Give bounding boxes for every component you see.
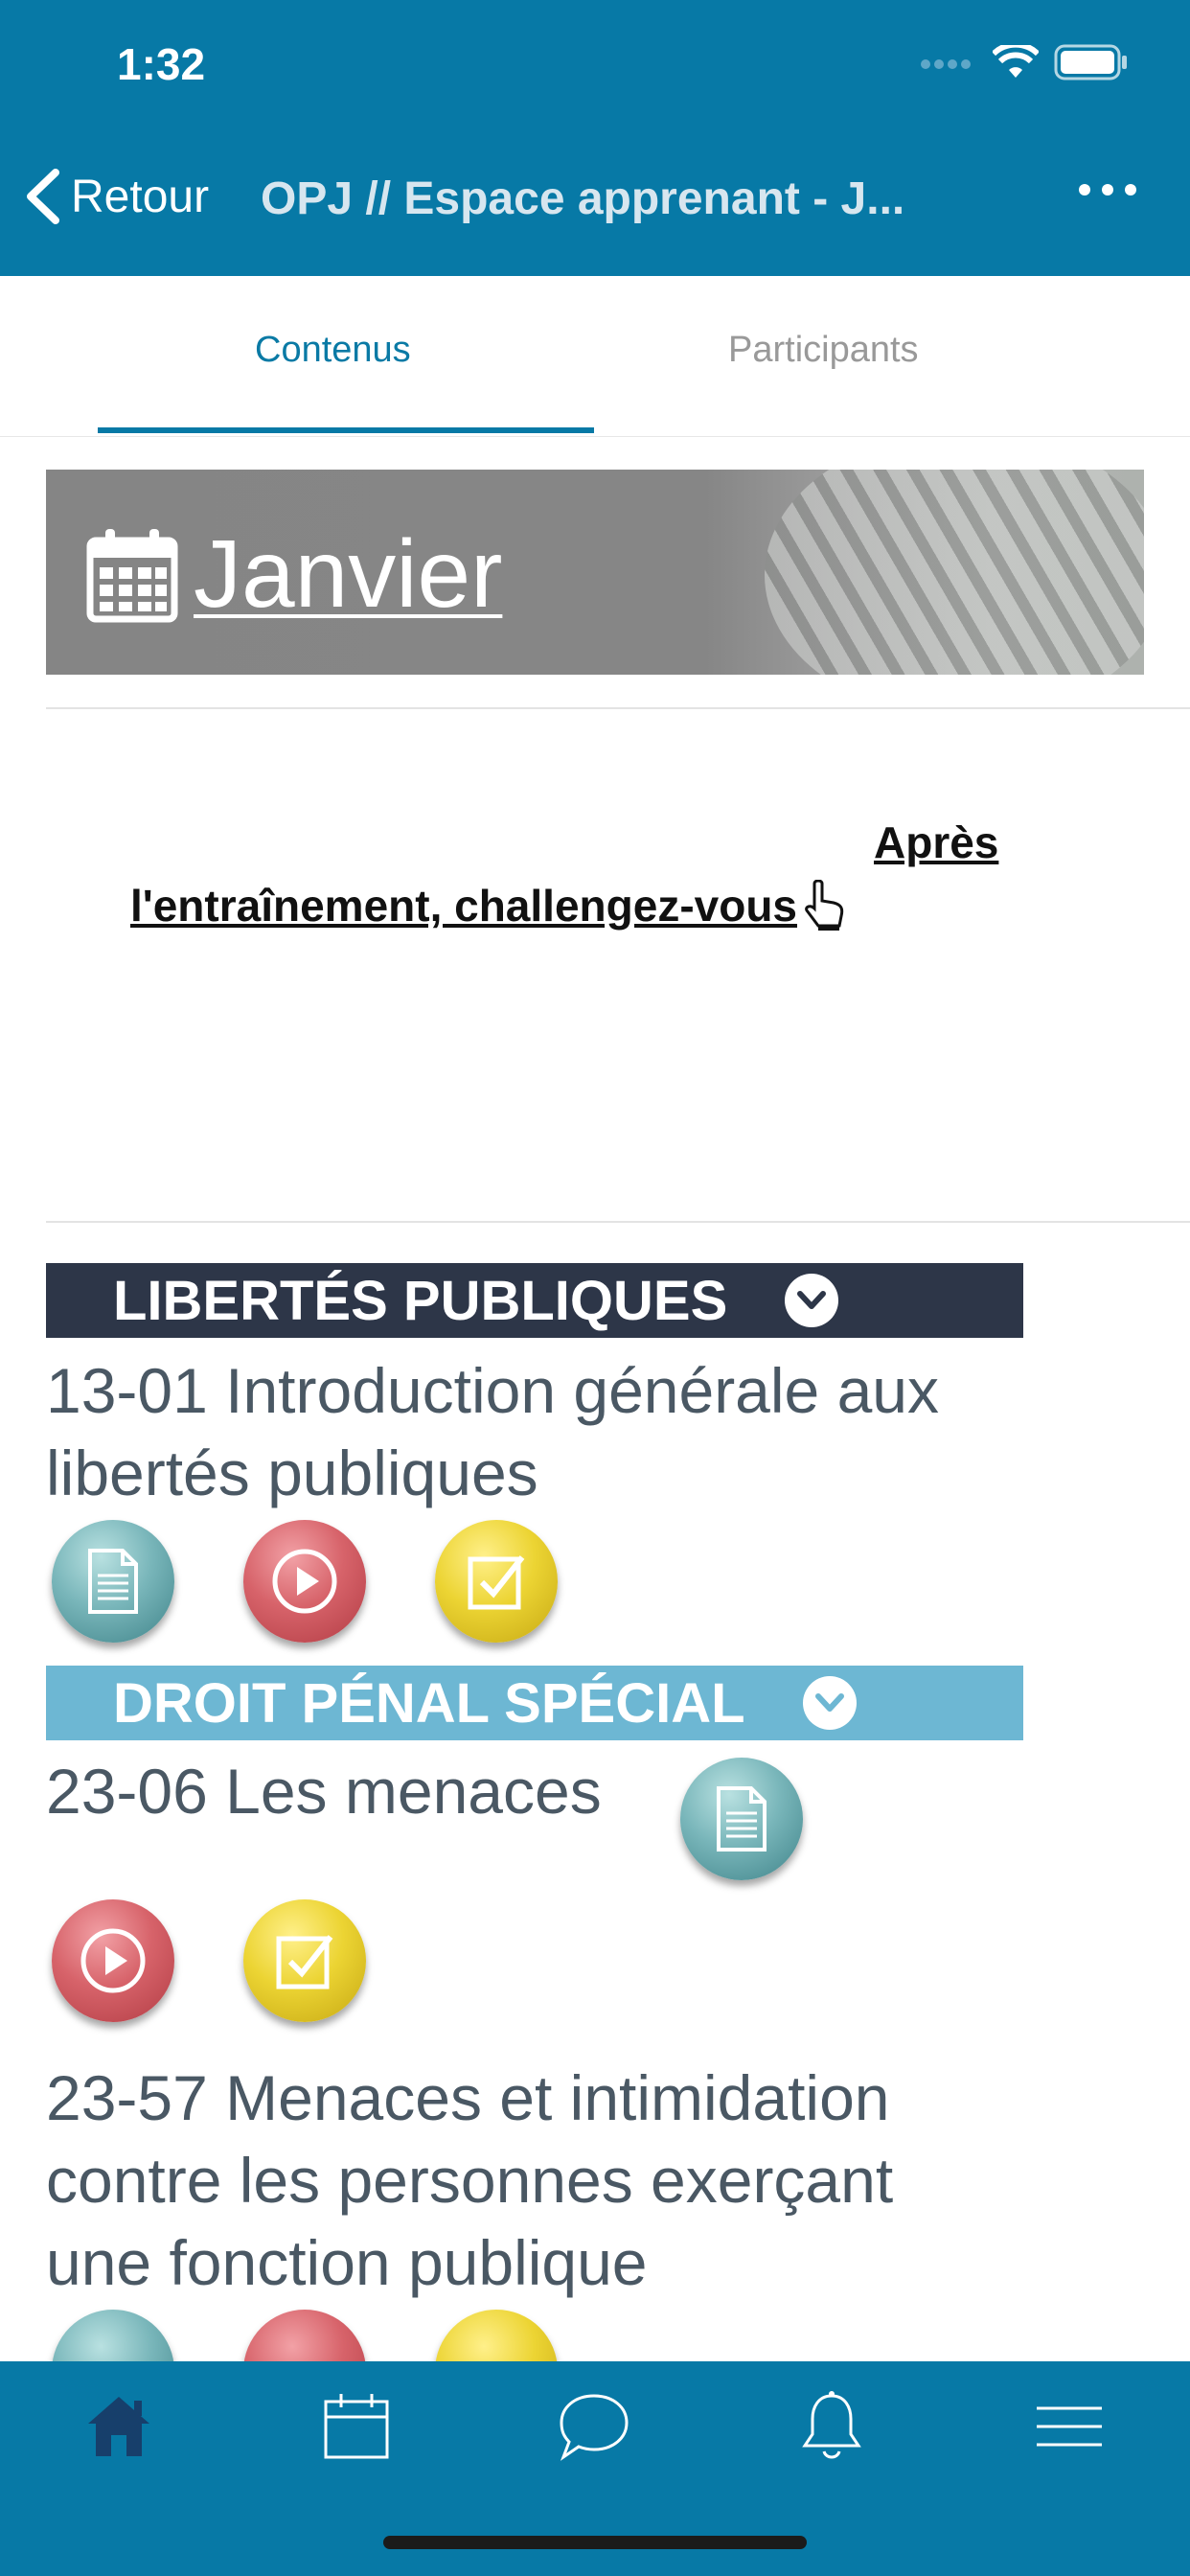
- banner-title[interactable]: Janvier: [86, 519, 502, 630]
- challenge-link-line2: l'entraînement, challengez-vous: [130, 881, 797, 931]
- document-icon[interactable]: [52, 1520, 174, 1643]
- chevron-left-icon: [27, 169, 59, 224]
- item-title-line: libertés publiques: [46, 1438, 538, 1508]
- chevron-down-icon[interactable]: [802, 1676, 857, 1730]
- wifi-icon: [993, 45, 1039, 78]
- back-button[interactable]: Retour: [23, 169, 209, 224]
- dot-icon: [1125, 184, 1136, 196]
- section-droit-penal-special[interactable]: DROIT PÉNAL SPÉCIAL: [46, 1666, 1023, 1740]
- month-banner[interactable]: Janvier: [46, 470, 1144, 675]
- item-title[interactable]: 23-57 Menaces et intimidation contre les…: [46, 2057, 893, 2304]
- item-title-line: une fonction publique: [46, 2227, 648, 2298]
- play-icon[interactable]: [243, 1520, 366, 1643]
- item-title-line: contre les personnes exerçant: [46, 2145, 894, 2216]
- dot-icon: [1079, 184, 1090, 196]
- more-options-button[interactable]: [1079, 184, 1136, 196]
- calendar-icon: [86, 528, 178, 622]
- banner-title-text: Janvier: [194, 520, 503, 628]
- play-icon[interactable]: [52, 1899, 174, 2022]
- chat-icon[interactable]: [558, 2390, 630, 2463]
- challenge-link[interactable]: l'entraînement, challengez-vous: [130, 880, 847, 932]
- top-bar: 1:32 Retour OPJ // Espace apprenant - J.…: [0, 0, 1190, 276]
- status-time: 1:32: [117, 39, 206, 89]
- menu-icon[interactable]: [1033, 2390, 1106, 2463]
- home-icon[interactable]: [82, 2390, 155, 2463]
- divider: [46, 1221, 1190, 1223]
- tab-participants[interactable]: Participants: [728, 330, 919, 371]
- banner-image: [765, 470, 1144, 675]
- checkbox-icon[interactable]: [435, 1520, 558, 1643]
- checkbox-icon[interactable]: [243, 1899, 366, 2022]
- battery-icon: [1054, 44, 1127, 80]
- section-title: LIBERTÉS PUBLIQUES: [113, 1269, 728, 1332]
- item-title-line: 23-57 Menaces et intimidation: [46, 2062, 890, 2133]
- challenge-link-line1[interactable]: Après: [874, 816, 998, 868]
- back-label: Retour: [71, 171, 210, 222]
- status-icons: [920, 44, 1129, 80]
- chevron-down-icon[interactable]: [785, 1274, 839, 1327]
- item-title[interactable]: 13-01 Introduction générale aux libertés…: [46, 1349, 939, 1514]
- bell-icon[interactable]: [795, 2390, 868, 2463]
- document-icon[interactable]: [680, 1758, 803, 1880]
- item-title-line: 23-06 Les menaces: [46, 1756, 602, 1827]
- section-libertes-publiques[interactable]: LIBERTÉS PUBLIQUES: [46, 1263, 1023, 1338]
- tab-bar: Contenus Participants: [0, 276, 1190, 437]
- signal-icon: [921, 59, 971, 69]
- nav-title: OPJ // Espace apprenant - J...: [261, 173, 905, 224]
- dot-icon: [1102, 184, 1113, 196]
- tab-contenus[interactable]: Contenus: [255, 330, 411, 371]
- pointing-hand-icon: [805, 880, 844, 931]
- active-tab-indicator: [98, 427, 594, 433]
- divider: [46, 707, 1190, 709]
- home-indicator: [383, 2536, 807, 2549]
- section-title: DROIT PÉNAL SPÉCIAL: [113, 1671, 745, 1735]
- item-title-line: 13-01 Introduction générale aux: [46, 1355, 939, 1426]
- calendar-icon[interactable]: [320, 2390, 393, 2463]
- item-title[interactable]: 23-06 Les menaces: [46, 1750, 602, 1832]
